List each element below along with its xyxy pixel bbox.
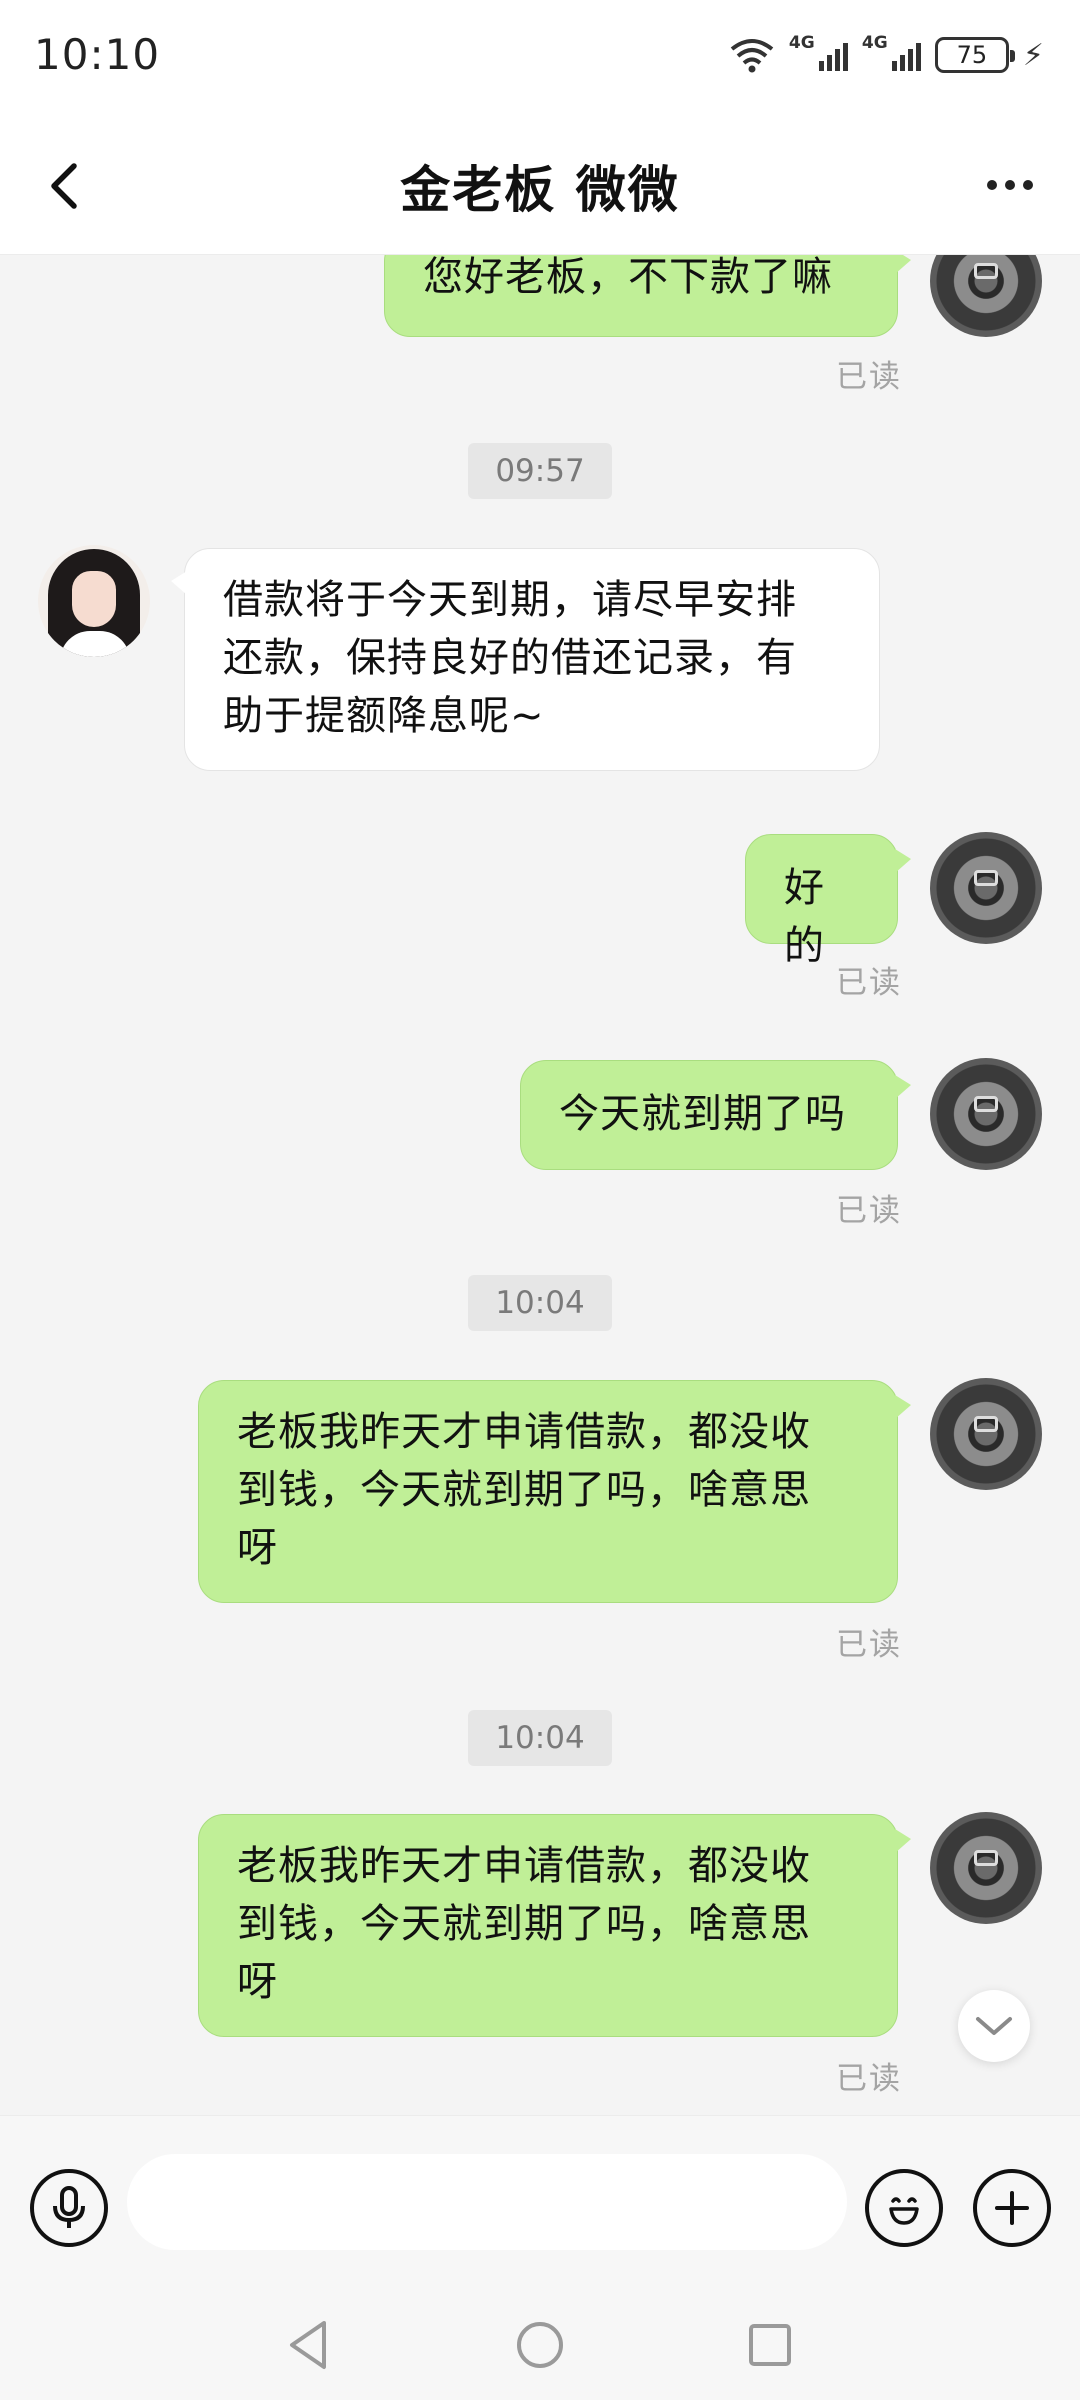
message-text-line: 老板我昨天才申请借款，都没收 xyxy=(237,1409,811,1455)
message-text-line: 老板我昨天才申请借款，都没收 xyxy=(237,1843,811,1889)
timestamp: 10:04 xyxy=(468,1275,612,1331)
read-receipt: 已读 xyxy=(836,965,902,1001)
chat-header: 金老板 微微 xyxy=(0,120,1080,255)
message-bubble-incoming[interactable]: 借款将于今天到期，请尽早安排 还款，保持良好的借还记录，有 助于提额降息呢~ xyxy=(171,548,880,771)
chevron-down-icon xyxy=(976,2017,1012,2035)
more-dots-icon xyxy=(987,180,997,190)
message-composer xyxy=(0,2115,1080,2285)
read-receipt: 已读 xyxy=(836,359,902,395)
message-input[interactable] xyxy=(127,2154,847,2250)
message-text-line: 借款将于今天到期，请尽早安排 xyxy=(223,577,797,623)
message-text-line: 呀 xyxy=(237,1959,278,2005)
nav-home-button[interactable] xyxy=(510,2315,570,2375)
message-text: 您好老板，不下款了嘛 xyxy=(423,255,833,300)
my-avatar[interactable] xyxy=(930,1058,1042,1170)
message-bubble-outgoing[interactable]: 老板我昨天才申请借款，都没收 到钱，今天就到期了吗，啥意思 呀 xyxy=(198,1380,911,1603)
plus-icon xyxy=(995,2191,1029,2225)
microphone-icon xyxy=(53,2186,85,2228)
status-icons: 4G 4G 75 ⚡ xyxy=(729,30,1044,80)
voice-input-button[interactable] xyxy=(30,2169,108,2247)
cellular-signal-icon-2: 4G xyxy=(862,33,921,71)
message-bubble-outgoing[interactable]: 老板我昨天才申请借款，都没收 到钱，今天就到期了吗，啥意思 呀 xyxy=(198,1814,911,2037)
timestamp: 09:57 xyxy=(468,443,612,499)
message-list[interactable]: 您好老板，不下款了嘛 已读 09:57 借款将于今天到期，请尽早安排 还款，保持… xyxy=(0,255,1080,2115)
message-text-line: 到钱，今天就到期了吗，啥意思 xyxy=(237,1901,811,1947)
sim2-network-label: 4G xyxy=(861,33,888,53)
status-bar: 10:10 4G 4G 75 ⚡ xyxy=(0,0,1080,120)
scroll-to-bottom-button[interactable] xyxy=(958,1990,1030,2062)
more-options-button[interactable] xyxy=(980,170,1040,200)
add-attachment-button[interactable] xyxy=(973,2169,1051,2247)
square-recents-icon xyxy=(749,2324,791,2366)
message-bubble-outgoing[interactable]: 今天就到期了吗 xyxy=(520,1060,911,1170)
read-receipt: 已读 xyxy=(836,1193,902,1229)
status-time: 10:10 xyxy=(34,30,161,79)
triangle-back-icon xyxy=(290,2321,326,2369)
nav-recents-button[interactable] xyxy=(740,2315,800,2375)
nav-back-button[interactable] xyxy=(278,2315,338,2375)
message-text-line: 还款，保持良好的借还记录，有 xyxy=(223,635,797,681)
charging-bolt-icon: ⚡ xyxy=(1022,37,1044,73)
message-text: 好的 xyxy=(784,865,825,969)
my-avatar[interactable] xyxy=(930,832,1042,944)
message-text-line: 到钱，今天就到期了吗，啥意思 xyxy=(237,1467,811,1513)
message-text: 今天就到期了吗 xyxy=(559,1091,846,1137)
emoji-button[interactable] xyxy=(865,2169,943,2247)
message-bubble-outgoing[interactable]: 您好老板，不下款了嘛 xyxy=(384,255,911,337)
wifi-icon xyxy=(730,39,774,73)
emoji-icon xyxy=(889,2197,919,2225)
battery-indicator: 75 xyxy=(934,37,1015,73)
cellular-signal-icon: 4G xyxy=(789,33,848,71)
message-text-line: 呀 xyxy=(237,1525,278,1571)
timestamp: 10:04 xyxy=(468,1710,612,1766)
read-receipt: 已读 xyxy=(836,1627,902,1663)
system-navigation-bar xyxy=(0,2285,1080,2400)
circle-home-icon xyxy=(517,2322,563,2368)
my-avatar[interactable] xyxy=(930,255,1042,337)
my-avatar[interactable] xyxy=(930,1378,1042,1490)
contact-avatar[interactable] xyxy=(38,545,150,657)
my-avatar[interactable] xyxy=(930,1812,1042,1924)
read-receipt: 已读 xyxy=(836,2061,902,2097)
chat-title: 金老板 微微 xyxy=(400,161,680,219)
message-bubble-outgoing[interactable]: 好的 xyxy=(745,834,911,969)
sim1-network-label: 4G xyxy=(788,33,815,53)
message-text-line: 助于提额降息呢~ xyxy=(223,693,545,739)
